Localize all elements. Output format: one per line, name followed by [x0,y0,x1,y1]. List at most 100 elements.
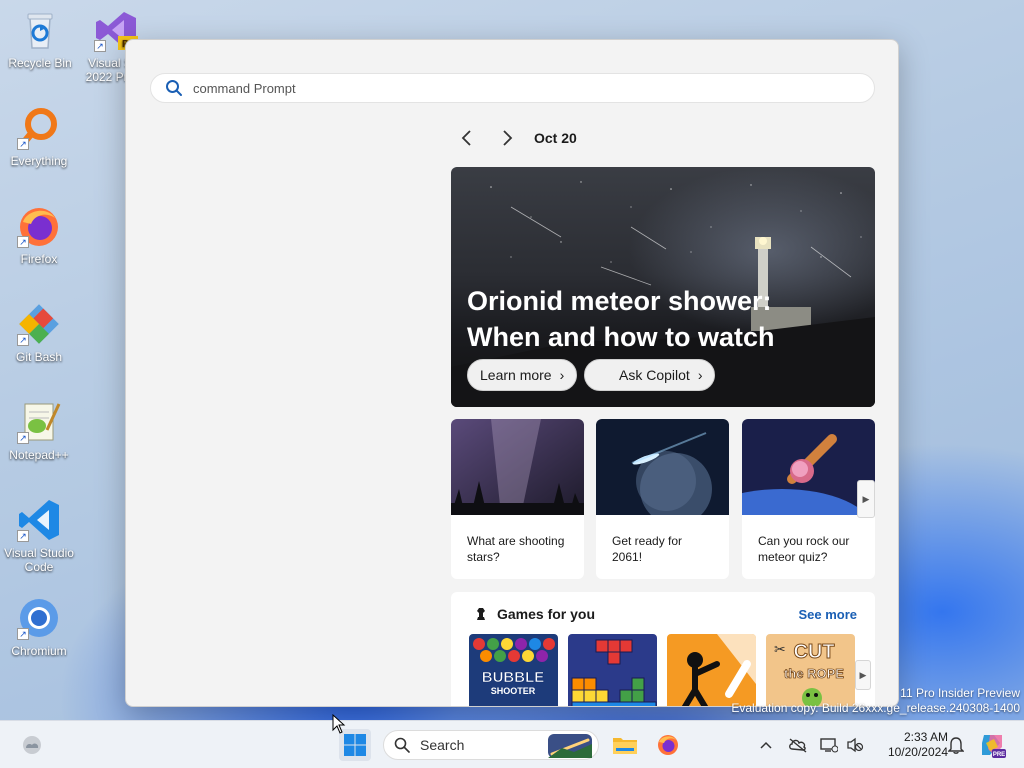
hero-title-line1: Orionid meteor shower: [467,286,772,316]
hero-title: Orionid meteor shower: When and how to w… [467,283,847,355]
widgets-button[interactable] [16,729,48,761]
game-tile-subtitle: the ROPE [784,666,844,681]
card-shooting-stars[interactable]: What are shooting stars? [451,419,584,579]
taskbar-clock[interactable]: 2:33 AM 10/20/2024 [872,730,948,760]
card-text: Can you rock our meteor quiz? [742,520,875,565]
everything-search-icon: ↗ [17,106,61,150]
desktop-icon-label: Git Bash [15,350,63,364]
see-more-link[interactable]: See more [798,607,857,622]
game-tile-bubble-shooter[interactable]: BUBBLE SHOOTER [469,634,558,706]
weather-widget-icon [23,736,41,754]
shortcut-arrow-icon: ↗ [17,628,29,640]
notifications-bell-icon[interactable] [946,735,966,755]
card-text-line2: stars? [467,550,500,564]
chevron-right-icon: › [559,367,565,383]
game-tile-title: BUBBLE [482,669,545,686]
shortcut-arrow-icon: ↗ [17,334,29,346]
comet-planet-image [596,419,729,525]
chromium-icon: ↗ [17,596,61,640]
hero-card[interactable]: Orionid meteor shower: When and how to w… [451,167,875,407]
shortcut-arrow-icon: ↗ [17,236,29,248]
game-tile-blocks[interactable] [568,634,657,706]
games-header: Games for you [473,606,595,622]
card-text-line1: What are shooting [467,534,565,548]
search-box[interactable] [150,73,875,103]
desktop-icon-label: Notepad++ [9,448,69,462]
onedrive-offline-icon[interactable] [788,735,808,755]
mouse-cursor-icon [332,714,346,734]
git-bash-icon: ↗ [17,302,61,346]
game-tile-title: CUT [793,641,834,663]
learn-more-button[interactable]: Learn more › [467,359,578,391]
cards-scroll-right-button[interactable]: ▶ [857,480,875,518]
vscode-icon: ↗ [17,498,61,542]
watermark-line1: 11 Pro Insider Preview [900,686,1020,700]
game-tile-subtitle: SHOOTER [491,686,536,696]
card-text: Get ready for 2061! [596,520,729,565]
search-input[interactable] [193,80,843,96]
card-text: What are shooting stars? [451,520,584,565]
search-panel: Oct 20 Orionid meteor shower [125,39,899,707]
shortcut-arrow-icon: ↗ [94,40,106,52]
desktop-icon-git-bash[interactable]: ↗ Git Bash [1,302,77,364]
bubble-shooter-image: BUBBLE SHOOTER [469,634,558,706]
svg-text:✂: ✂ [774,641,786,657]
taskbar-search-label: Search [420,737,465,753]
games-title: Games for you [497,606,596,622]
desktop-icon-everything[interactable]: ↗ Everything [1,106,77,168]
taskbar-search-box[interactable]: Search [383,730,599,760]
desktop-icon-vscode[interactable]: ↗ Visual Studio Code [1,498,77,574]
desktop-icon-label: Chromium [11,644,67,658]
firefox-icon [658,735,678,755]
search-icon [166,80,182,96]
milky-way-image [451,419,584,515]
volume-muted-icon[interactable] [845,735,865,755]
shortcut-arrow-icon: ↗ [17,432,29,444]
evaluation-watermark: 11 Pro Insider Preview Evaluation copy. … [731,686,1020,716]
desktop-icon-firefox[interactable]: ↗ Firefox [1,204,77,266]
card-text-line2: meteor quiz? [758,550,828,564]
desktop-icon-recycle-bin[interactable]: Recycle Bin [2,8,78,70]
desktop-icon-label-line2: Code [24,560,54,574]
card-get-ready-2061[interactable]: Get ready for 2061! [596,419,729,579]
clock-time: 2:33 AM [903,730,948,744]
search-icon [394,737,410,753]
ask-copilot-label: Ask Copilot [619,367,690,383]
windows-logo-icon [344,734,366,756]
desktop-icon-label: Visual Studio Code [1,546,77,574]
watermark-line2: Evaluation copy. Build 26xxx.ge_release.… [731,701,1020,715]
desktop-icon-notepad-plus-plus[interactable]: ↗ Notepad++ [1,400,77,462]
date-label: Oct 20 [534,130,577,146]
file-explorer-button[interactable] [609,729,641,761]
recycle-bin-icon [18,8,62,52]
firefox-icon: ↗ [17,204,61,248]
card-text-line1: Can you rock our [758,534,850,548]
search-highlight-meteor-icon [548,734,592,758]
desktop-icon-label: Recycle Bin [8,56,72,70]
network-icon[interactable] [819,735,839,755]
card-text-line1: Get ready for [612,534,683,548]
show-hidden-icons-chevron-up-icon[interactable] [756,735,776,755]
copilot-icon: PRE [982,735,1006,758]
chevron-left-icon[interactable] [459,129,475,147]
chevron-right-icon: › [697,367,703,383]
clock-date: 10/20/2024 [887,745,948,759]
desktop-icon-chromium[interactable]: ↗ Chromium [1,596,77,658]
firefox-taskbar-button[interactable] [652,729,684,761]
meteor-earth-image [742,419,875,569]
card-meteor-quiz[interactable]: Can you rock our meteor quiz? [742,419,875,579]
shortcut-arrow-icon: ↗ [17,138,29,150]
block-puzzle-image [568,634,657,706]
copilot-pre-badge: PRE [993,752,1005,758]
copilot-button[interactable]: PRE [976,729,1008,761]
chess-piece-icon [477,608,485,620]
folder-icon [613,738,637,754]
chevron-right-icon[interactable] [499,129,515,147]
taskbar: Search 2:33 AM 10/20/2024 PRE [0,720,1024,768]
notepad-plus-plus-icon: ↗ [17,400,61,444]
ask-copilot-button[interactable]: Ask Copilot › [584,359,716,391]
desktop-icon-label-line1: Visual Studio [4,546,74,560]
shortcut-arrow-icon: ↗ [17,530,29,542]
learn-more-label: Learn more [480,367,552,383]
card-text-line2: 2061! [612,550,643,564]
